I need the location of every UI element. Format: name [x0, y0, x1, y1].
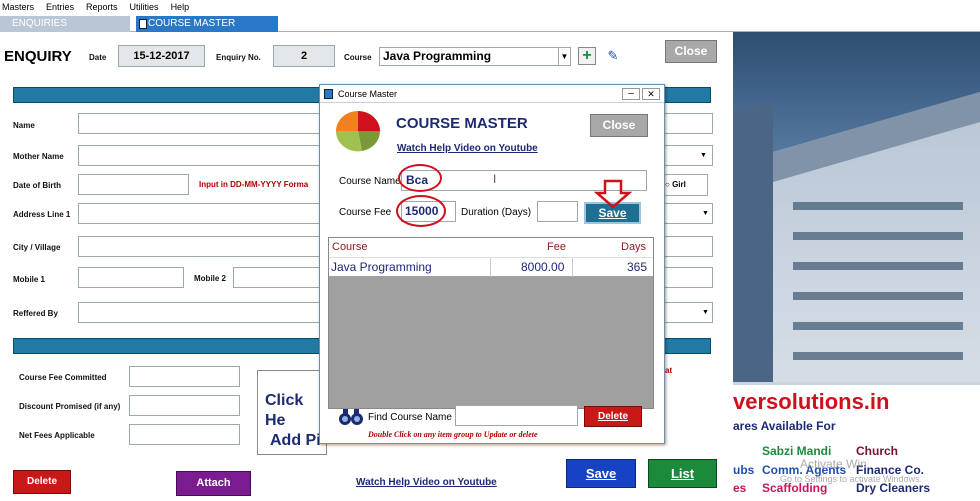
course-name-label: Course Name	[339, 176, 401, 187]
col-days: Days	[621, 241, 647, 253]
duration-input[interactable]	[537, 201, 578, 222]
date-field[interactable]: 15-12-2017	[118, 45, 205, 67]
address-label: Address Line 1	[13, 210, 71, 219]
course-select[interactable]: Java Programming ▼	[379, 47, 571, 66]
girl-label: Girl	[672, 180, 686, 189]
date-label: Date	[89, 53, 107, 62]
course-select-value: Java Programming	[383, 49, 492, 63]
save-button[interactable]: Save	[566, 459, 636, 488]
col-fee: Fee	[547, 241, 566, 253]
duration-label: Duration (Days)	[461, 207, 532, 218]
dob-input[interactable]	[78, 174, 189, 195]
mobile2-label: Mobile 2	[194, 274, 227, 283]
chevron-down-icon[interactable]: ▼	[702, 309, 709, 316]
dob-label: Date of Birth	[13, 181, 61, 190]
name-label: Name	[13, 121, 35, 130]
help-video-link[interactable]: Watch Help Video on Youtube	[356, 477, 497, 488]
table-row[interactable]: Java Programming 8000.00 365	[329, 257, 653, 277]
course-label: Course	[344, 53, 372, 62]
service-fragment-2: es	[733, 481, 747, 495]
enquiry-no-field[interactable]: 2	[273, 45, 335, 67]
mobile1-input[interactable]	[78, 267, 184, 288]
radio-icon[interactable]: ○	[665, 180, 670, 189]
fee-committed-input[interactable]	[129, 366, 240, 387]
chevron-down-icon[interactable]: ▼	[702, 210, 709, 217]
dialog-window-title: Course Master	[338, 89, 398, 99]
window-icon	[139, 19, 147, 29]
close-button[interactable]: Close	[665, 40, 717, 63]
arrow-down-icon	[594, 179, 632, 209]
cell-fee: 8000.00	[521, 260, 565, 274]
brand-text: versolutions.in	[733, 389, 890, 414]
mobile1-label: Mobile 1	[13, 275, 46, 284]
add-course-icon[interactable]: +	[578, 47, 596, 65]
gender-group: ○ Girl	[660, 174, 708, 196]
table-header: Course Fee Days	[329, 238, 653, 257]
find-course-input[interactable]	[455, 405, 578, 426]
net-fees-label: Net Fees Applicable	[19, 431, 95, 440]
tab-enquiries[interactable]: ENQUIRIES	[0, 16, 130, 32]
edit-pencil-icon[interactable]: ✎	[604, 47, 622, 65]
list-button[interactable]: List	[648, 459, 717, 488]
close-icon[interactable]: ✕	[642, 88, 660, 100]
dialog-delete-button[interactable]: Delete	[584, 406, 642, 427]
cell-divider	[490, 258, 491, 277]
menu-masters[interactable]: Masters	[2, 0, 34, 14]
watermark-activate: Activate Win	[800, 457, 867, 471]
delete-button[interactable]: Delete	[13, 470, 71, 494]
chevron-down-icon[interactable]: ▼	[558, 48, 570, 65]
discount-label: Discount Promised (if any)	[19, 402, 121, 411]
page-title: ENQUIRY	[4, 48, 72, 65]
minimize-icon[interactable]: –	[622, 88, 640, 100]
highlight-ellipse	[398, 164, 442, 192]
discount-input[interactable]	[129, 395, 240, 416]
pie-chart-logo-icon	[335, 111, 381, 152]
highlight-ellipse	[396, 195, 446, 227]
find-course-label: Find Course Name	[368, 412, 452, 423]
stray-text: at	[665, 366, 673, 375]
mother-name-label: Mother Name	[13, 152, 64, 161]
dialog-help-link[interactable]: Watch Help Video on Youtube	[397, 143, 538, 154]
text-cursor-icon: I	[493, 172, 497, 186]
menu-entries[interactable]: Entries	[46, 0, 74, 14]
cell-course: Java Programming	[331, 260, 432, 274]
tab-enquiries-label: ENQUIRIES	[12, 18, 68, 29]
referred-label: Reffered By	[13, 309, 58, 318]
dob-hint: Input in DD-MM-YYYY Forma	[199, 180, 309, 189]
menu-utilities[interactable]: Utilities	[130, 0, 159, 14]
tab-course-master-label: COURSE MASTER	[148, 18, 236, 29]
course-master-dialog: Course Master – ✕ COURSE MASTER Watch He…	[319, 84, 665, 444]
service-sabzi: Sabzi Mandi	[762, 444, 832, 458]
dialog-heading: COURSE MASTER	[396, 115, 528, 132]
tagline-text: ares Available For	[733, 419, 836, 433]
photo-text-line1: Click He	[265, 392, 304, 429]
photo-box[interactable]: Click He Add Pi	[257, 370, 327, 455]
watermark-settings: Go to Settings to activate Windows.	[780, 474, 923, 484]
dialog-hint: Double Click on any item group to Update…	[368, 430, 538, 439]
dialog-close-button[interactable]: Close	[590, 114, 648, 137]
service-fragment-1: ubs	[733, 463, 755, 477]
fee-committed-label: Course Fee Committed	[19, 373, 107, 382]
course-fee-label: Course Fee	[339, 207, 392, 218]
chevron-down-icon[interactable]: ▼	[700, 152, 707, 159]
menu-bar: Masters Entries Reports Utilities Help	[0, 0, 980, 14]
menu-reports[interactable]: Reports	[86, 0, 118, 14]
menu-help[interactable]: Help	[171, 0, 190, 14]
cell-days: 365	[627, 260, 648, 274]
courses-table: Course Fee Days Java Programming 8000.00…	[328, 237, 654, 409]
tab-course-master[interactable]: COURSE MASTER	[136, 16, 278, 32]
service-church: Church	[856, 444, 898, 458]
photo-text-line2: Add Pi	[270, 432, 321, 449]
window-icon	[324, 89, 333, 99]
city-label: City / Village	[13, 243, 61, 252]
net-fees-input[interactable]	[129, 424, 240, 445]
enquiry-no-label: Enquiry No.	[216, 53, 261, 62]
cell-divider	[572, 258, 573, 277]
binoculars-icon	[339, 409, 363, 425]
dialog-titlebar: Course Master – ✕	[320, 85, 664, 103]
attach-button[interactable]: Attach	[176, 471, 251, 496]
col-course: Course	[332, 241, 368, 253]
